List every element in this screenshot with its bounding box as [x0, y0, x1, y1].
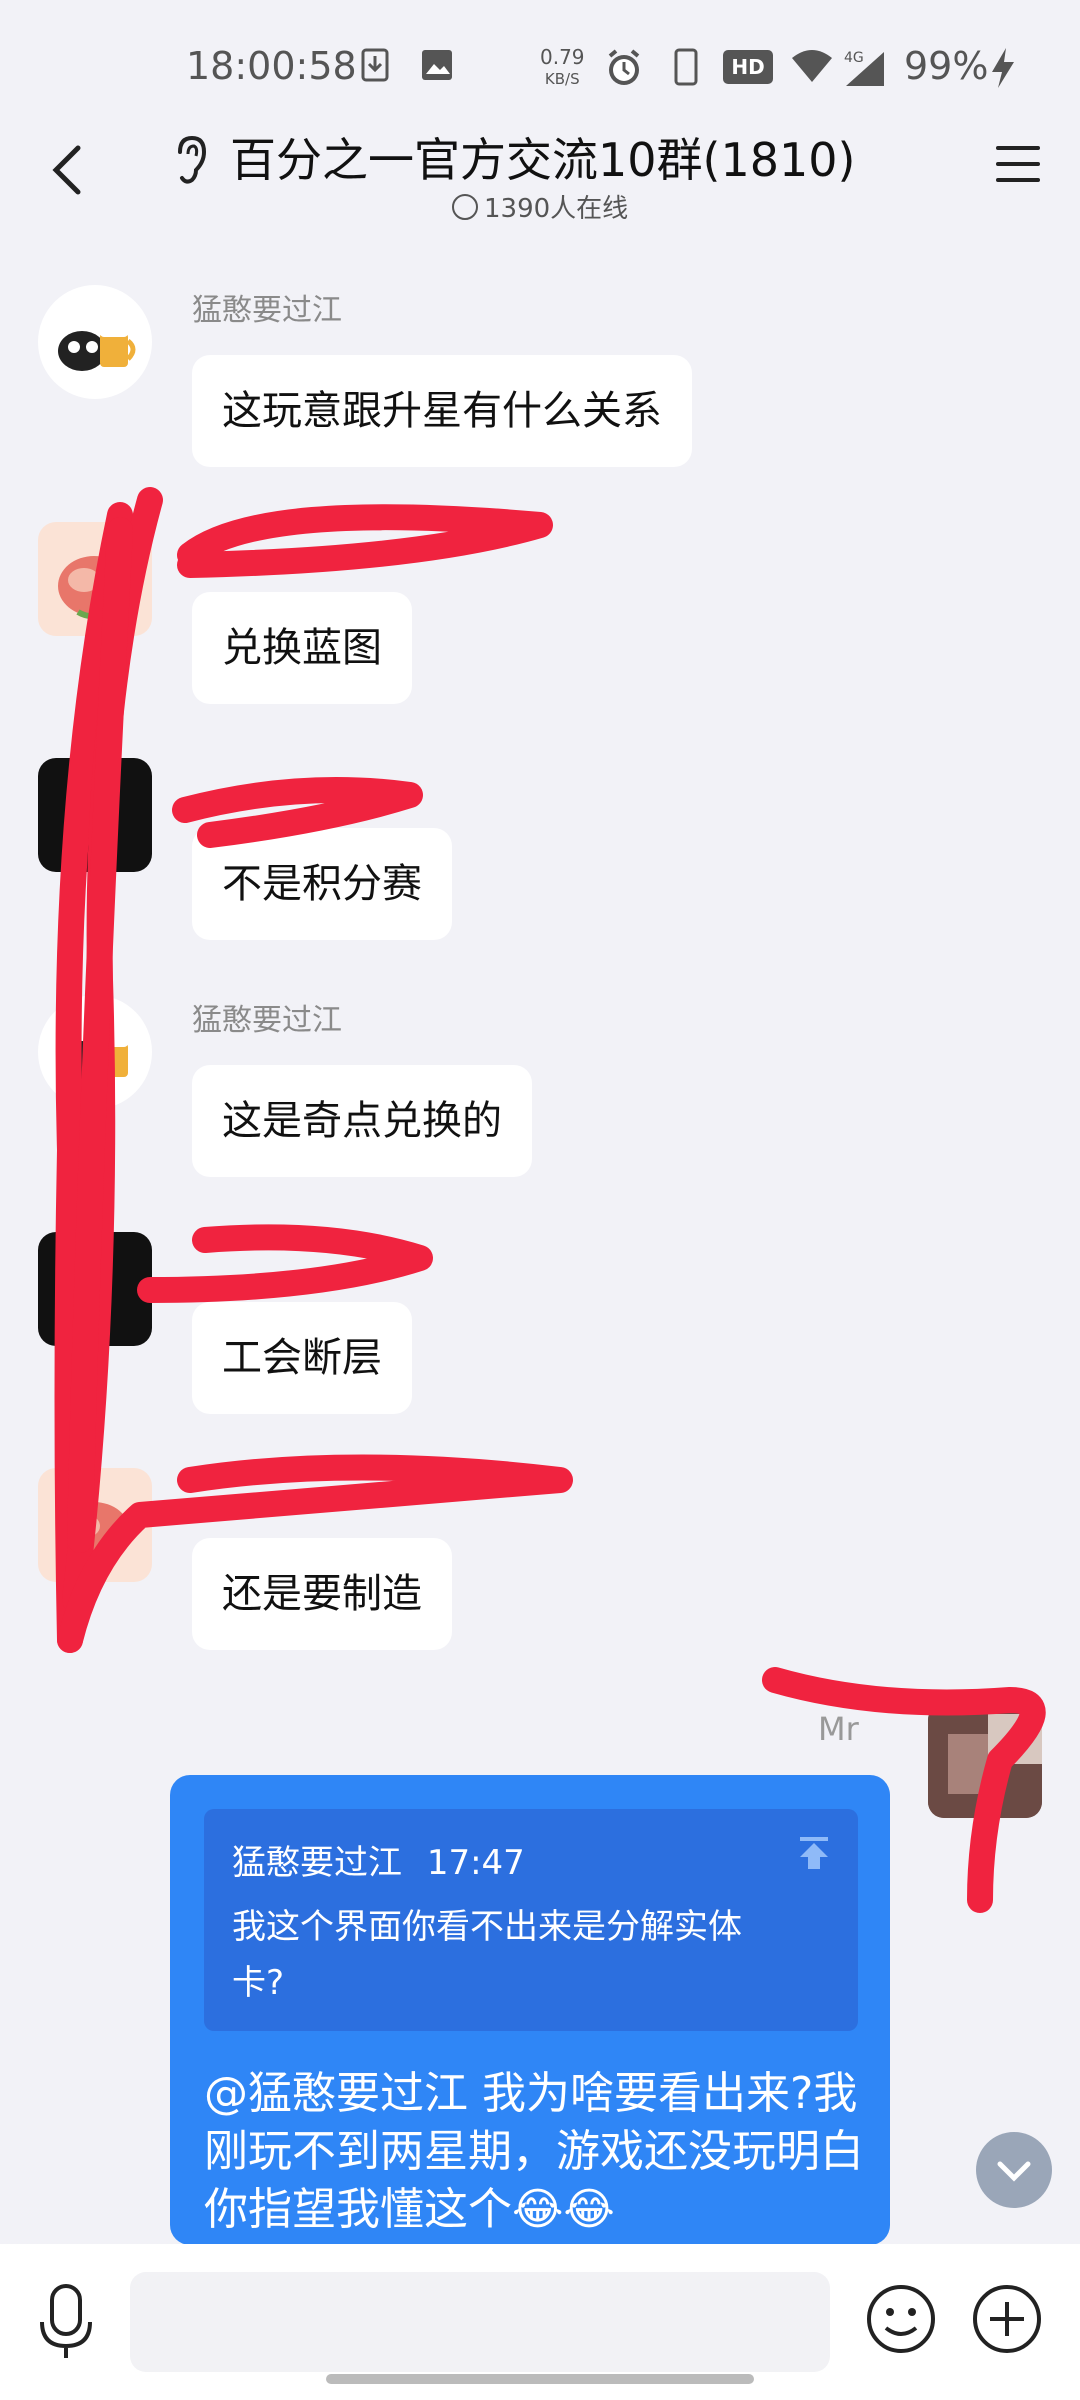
- sender-name: 猛憨要过江: [192, 1003, 342, 1038]
- plus-icon[interactable]: [970, 2282, 1044, 2356]
- status-time: 18:00:58: [186, 44, 357, 88]
- quote-author: 猛憨要过江: [232, 1843, 402, 1883]
- message-bubble[interactable]: 工会断层: [192, 1302, 412, 1414]
- cat-beer-avatar: [58, 329, 136, 371]
- message-input[interactable]: [130, 2272, 830, 2372]
- avatar[interactable]: [38, 522, 152, 636]
- svg-text:4G: 4G: [844, 50, 864, 66]
- avatar[interactable]: [38, 758, 152, 872]
- image-icon: [422, 50, 452, 80]
- avatar[interactable]: [38, 1232, 152, 1346]
- chat-header: 百分之一官方交流10群(1810) 1390人在线: [0, 110, 1080, 240]
- menu-icon[interactable]: [996, 146, 1040, 186]
- cat-beer-avatar: [58, 1039, 128, 1081]
- wifi-icon: [792, 50, 832, 82]
- charging-icon: [992, 48, 1014, 88]
- quote-header: 猛憨要过江 17:47: [232, 1835, 525, 1884]
- jump-to-quote-icon[interactable]: [792, 1831, 836, 1875]
- signal-icon: 4G: [844, 50, 884, 86]
- online-icon: [452, 194, 478, 220]
- alarm-icon: [608, 49, 640, 85]
- food-avatar: [58, 556, 130, 620]
- photo-avatar: [928, 1704, 1042, 1818]
- my-message-text: @猛憨要过江 我为啥要看出来?我刚玩不到两星期，游戏还没玩明白你指望我懂这个😂😂: [204, 2068, 864, 2235]
- back-arrow-icon[interactable]: [40, 140, 100, 200]
- message-bubble[interactable]: 不是积分赛: [192, 828, 452, 940]
- my-message-bubble[interactable]: 猛憨要过江 17:47 我这个界面你看不出来是分解实体卡? @猛憨要过江 我为啥…: [170, 1775, 890, 2245]
- ear-icon: [178, 135, 207, 184]
- my-name: Mr: [818, 1710, 859, 1748]
- message-bubble[interactable]: 这玩意跟升星有什么关系: [192, 355, 692, 467]
- phone-icon: [674, 48, 698, 86]
- food-avatar: [58, 1502, 130, 1566]
- emoji-icon[interactable]: [864, 2282, 938, 2356]
- quote-time: 17:47: [426, 1843, 525, 1883]
- my-avatar[interactable]: [928, 1704, 1042, 1818]
- message-bubble[interactable]: 这是奇点兑换的: [192, 1065, 532, 1177]
- message-bubble[interactable]: 还是要制造: [192, 1538, 452, 1650]
- net-speed: 0.79 KB/S: [540, 45, 585, 88]
- mic-icon[interactable]: [36, 2282, 96, 2362]
- battery-percent: 99%: [904, 44, 989, 88]
- quote-text: 我这个界面你看不出来是分解实体卡?: [232, 1907, 742, 2003]
- sender-name: 猛憨要过江: [192, 293, 342, 328]
- group-title[interactable]: 百分之一官方交流10群(1810): [230, 124, 856, 190]
- online-count: 1390人在线: [452, 188, 628, 225]
- scroll-down-icon[interactable]: [976, 2132, 1052, 2208]
- hd-badge: HD: [723, 50, 773, 84]
- quoted-message[interactable]: 猛憨要过江 17:47 我这个界面你看不出来是分解实体卡?: [204, 1809, 858, 2031]
- download-icon: [361, 48, 389, 82]
- avatar[interactable]: [38, 1468, 152, 1582]
- home-indicator[interactable]: [326, 2374, 754, 2384]
- avatar[interactable]: [38, 995, 152, 1109]
- avatar[interactable]: [38, 285, 152, 399]
- message-bubble[interactable]: 兑换蓝图: [192, 592, 412, 704]
